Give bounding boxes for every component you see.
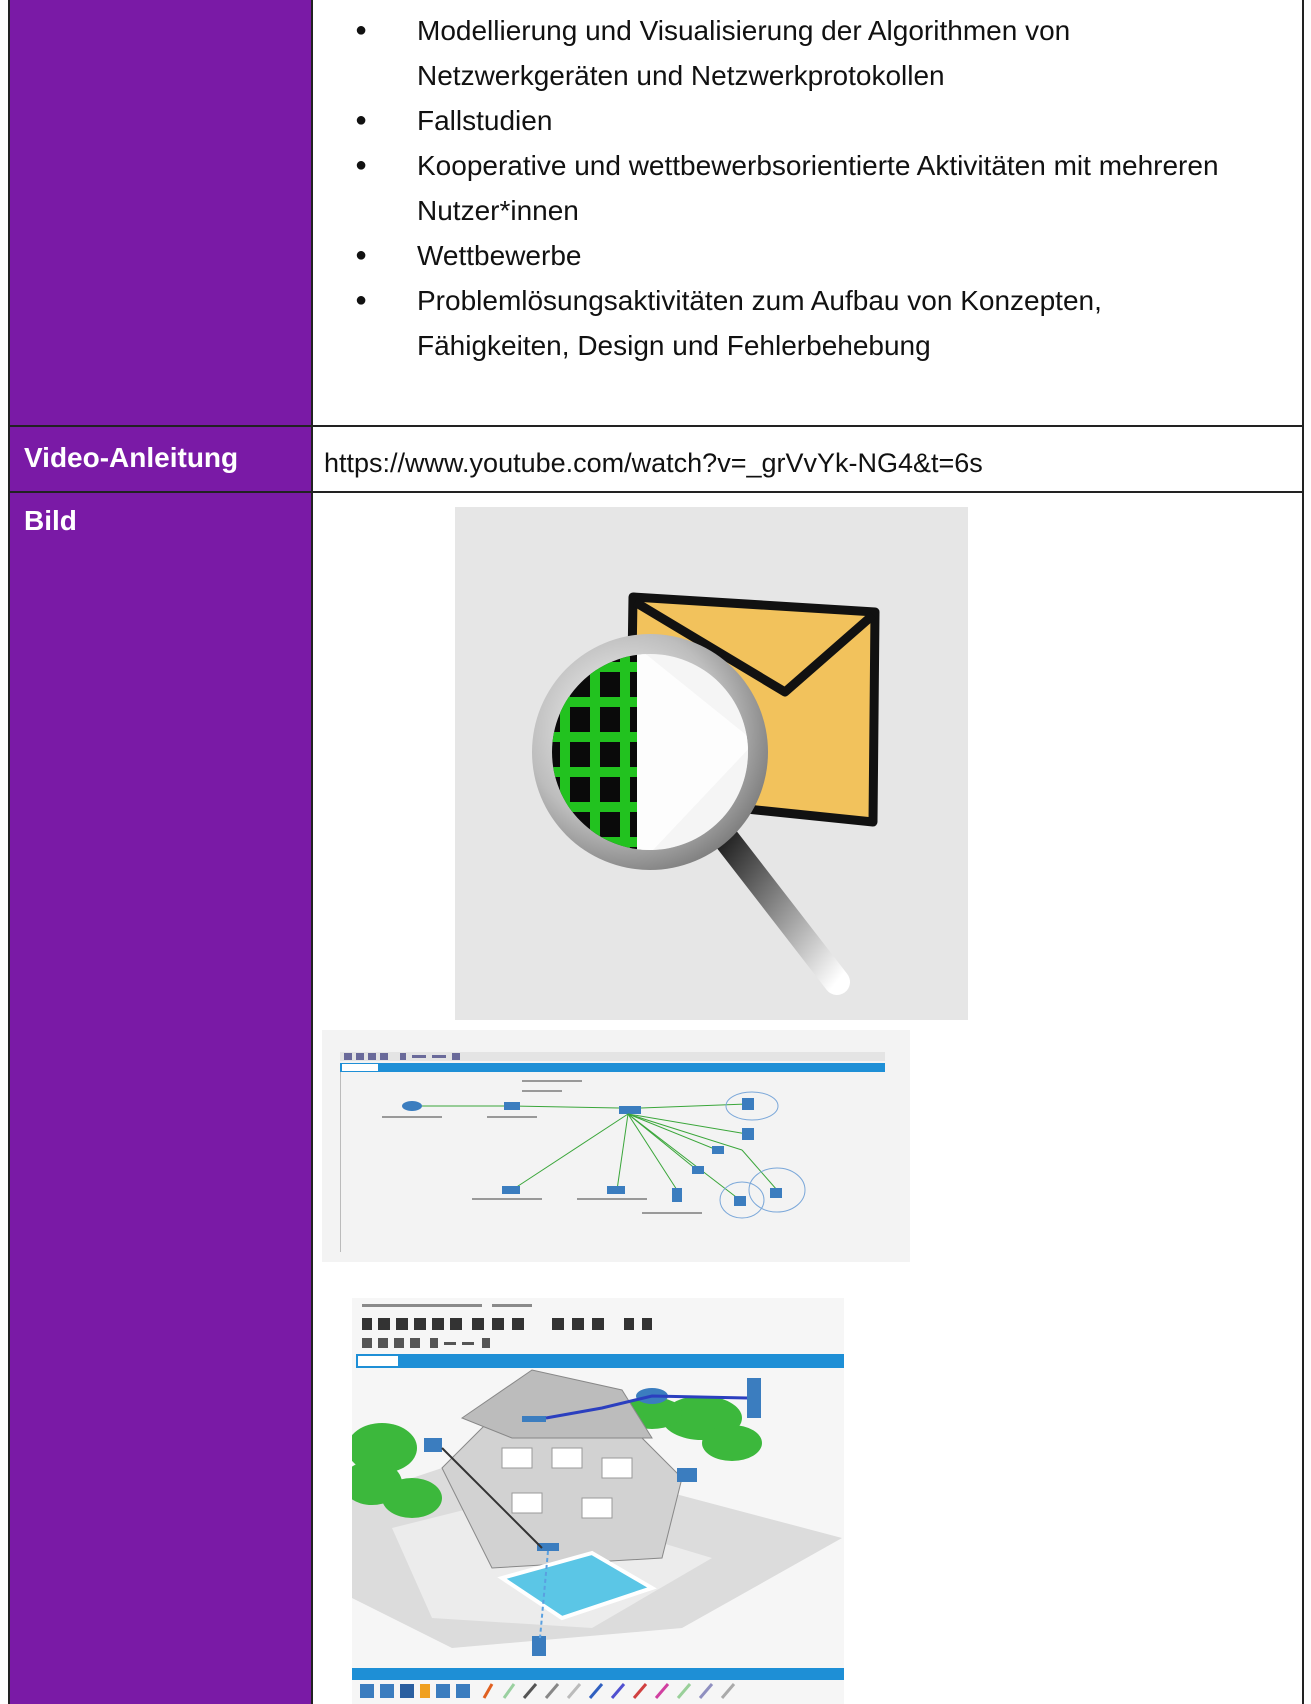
envelope-magnifier-icon — [532, 592, 880, 995]
video-label: Video-Anleitung — [24, 442, 239, 473]
row-divider — [10, 491, 1302, 493]
label-cell-image: Bild — [10, 493, 311, 1704]
packet-tracer-logo — [455, 507, 968, 1020]
list-item: Kooperative und wettbewerbsorientierte A… — [355, 143, 1235, 233]
image-label: Bild — [24, 505, 77, 536]
smart-home-image — [352, 1298, 844, 1704]
label-cell-empty — [10, 0, 311, 425]
list-item: Problemlösungsaktivitäten zum Aufbau von… — [355, 278, 1235, 368]
network-diagram-image — [340, 1052, 885, 1252]
list-item: Fallstudien — [355, 98, 1235, 143]
list-item: Wettbewerbe — [355, 233, 1235, 278]
smart-home-screenshot — [352, 1298, 844, 1704]
feature-list: Modellierung und Visualisierung der Algo… — [355, 8, 1235, 368]
network-topology-screenshot — [322, 1030, 910, 1262]
column-divider — [311, 0, 313, 1704]
video-url[interactable]: https://www.youtube.com/watch?v=_grVvYk-… — [324, 448, 983, 479]
list-item: Modellierung und Visualisierung der Algo… — [355, 8, 1235, 98]
label-cell-video: Video-Anleitung — [10, 427, 311, 491]
row-divider — [10, 425, 1302, 427]
